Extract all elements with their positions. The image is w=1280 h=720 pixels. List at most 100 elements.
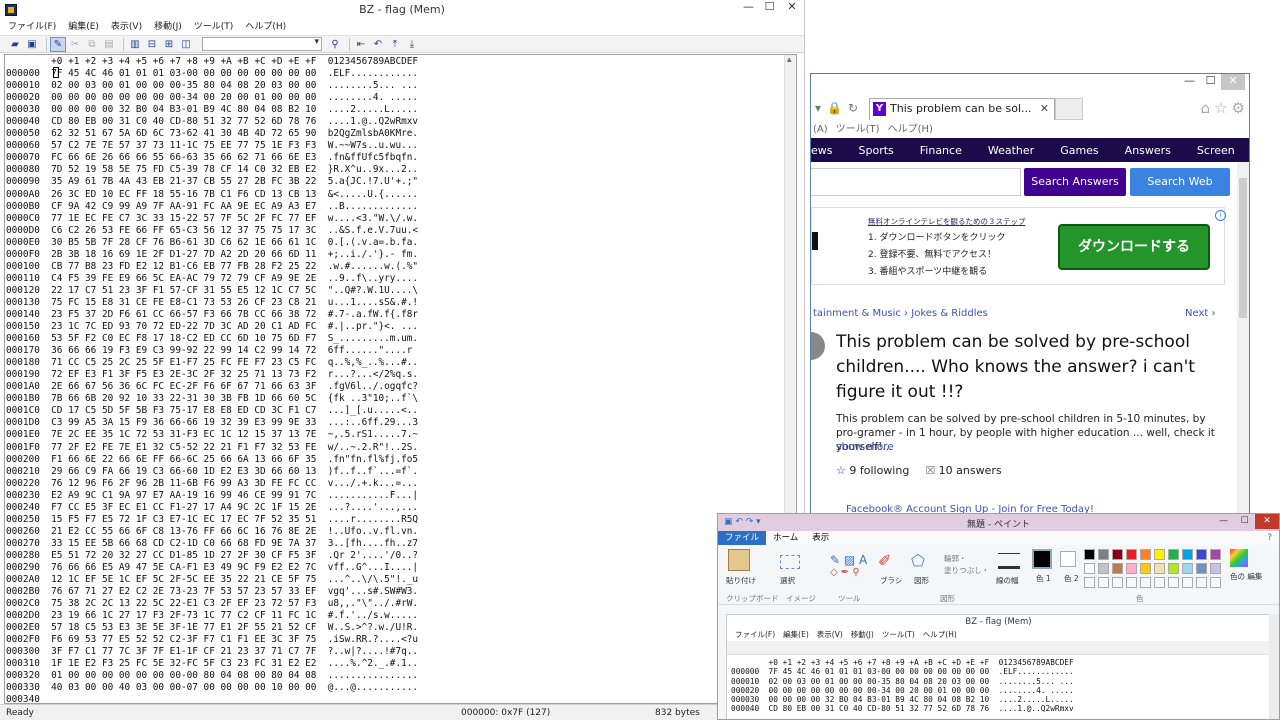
color-swatch[interactable] bbox=[1154, 549, 1165, 560]
empty-color-swatch[interactable] bbox=[1196, 577, 1207, 588]
tools-icons[interactable]: ✎ ▨ A bbox=[830, 553, 867, 567]
hex-row[interactable]: 000080 7D 52 19 58 5E 75 FD C5-39 78 CF … bbox=[6, 164, 418, 176]
hex-row[interactable]: 000020 00 00 00 00 00 00 00 00-34 00 20 … bbox=[6, 92, 418, 104]
select-icon[interactable] bbox=[780, 555, 800, 569]
answers-button[interactable]: ☒ 10 answers bbox=[925, 464, 1001, 477]
hex-row[interactable]: 0002C0 75 38 2C 2C 13 22 5C 22-E1 C3 2F … bbox=[6, 598, 418, 610]
layout-split-v-icon[interactable]: ⊞ bbox=[162, 38, 176, 51]
color-swatch[interactable] bbox=[1084, 549, 1095, 560]
empty-color-swatch[interactable] bbox=[1210, 577, 1221, 588]
hex-row[interactable]: 0002E0 57 18 C5 53 E3 3E 5E 3F-1E 77 E1 … bbox=[6, 622, 418, 634]
hex-row[interactable]: 000280 E5 51 72 20 32 27 CC D1-85 1D 27 … bbox=[6, 550, 418, 562]
hex-view[interactable]: +0 +1 +2 +3 +4 +5 +6 +7 +8 +9 +A +B +C +… bbox=[4, 54, 797, 705]
ad-download-button[interactable]: ダウンロードする bbox=[1058, 224, 1210, 270]
hex-row[interactable]: 000260 21 E2 CC 55 66 6F C8 13-76 FF 66 … bbox=[6, 526, 418, 538]
hex-row[interactable]: 000190 72 EF E3 F1 3F F5 E3 2E-3C 2F 32 … bbox=[6, 369, 418, 381]
bz-titlebar[interactable]: BZ - flag (Mem) — ☐ ✕ bbox=[0, 0, 804, 20]
paint-scrollbar[interactable] bbox=[1269, 614, 1279, 719]
breadcrumb[interactable]: tainment & Music › Jokes & Riddles bbox=[813, 308, 988, 319]
tab-home[interactable]: ホーム bbox=[766, 531, 805, 545]
color-swatch[interactable] bbox=[1168, 549, 1179, 560]
nav-weather[interactable]: Weather bbox=[988, 144, 1034, 157]
color-swatch[interactable] bbox=[1182, 563, 1193, 574]
hex-row[interactable]: 000000 7F 45 4C 46 01 01 01 03-00 00 00 … bbox=[6, 68, 418, 80]
hex-row[interactable]: 000140 23 F5 37 2D F6 61 CC 66-57 F3 66 … bbox=[6, 309, 418, 321]
minimize-icon[interactable]: — bbox=[738, 0, 759, 16]
search-answers-button[interactable]: Search Answers bbox=[1024, 168, 1126, 196]
color2-swatch[interactable] bbox=[1060, 551, 1076, 567]
hex-row[interactable]: 0000E0 30 B5 5B 7F 28 CF 76 B6-61 3D C6 … bbox=[6, 237, 418, 249]
hex-row[interactable]: 000250 15 F5 F7 E5 72 1F C3 E7-1C EC 17 … bbox=[6, 514, 418, 526]
refresh-icon[interactable]: ↻ bbox=[848, 101, 858, 115]
hex-row[interactable]: 000050 62 32 51 67 5A 6D 6C 73-62 41 30 … bbox=[6, 128, 418, 140]
nav-sports[interactable]: Sports bbox=[859, 144, 894, 157]
hex-row[interactable]: 0001F0 77 2F E2 FE 7E E1 32 C5-52 22 21 … bbox=[6, 442, 418, 454]
color-swatch[interactable] bbox=[1112, 563, 1123, 574]
color-swatch[interactable] bbox=[1098, 549, 1109, 560]
color-swatch[interactable] bbox=[1210, 549, 1221, 560]
back-icon[interactable]: ↶ bbox=[371, 38, 385, 51]
hex-row[interactable]: 000210 29 66 C9 FA 66 19 C3 66-60 1D E2 … bbox=[6, 466, 418, 478]
close-icon[interactable]: ✕ bbox=[1221, 74, 1245, 90]
color-swatch[interactable] bbox=[1196, 549, 1207, 560]
brush-icon[interactable]: ✐ bbox=[878, 551, 891, 570]
color1-swatch[interactable] bbox=[1032, 549, 1052, 569]
settings-gear-icon[interactable]: ⚙ bbox=[1232, 99, 1245, 117]
hex-row[interactable]: 0002F0 F6 69 53 77 E5 52 52 C2-3F F7 C1 … bbox=[6, 634, 418, 646]
hex-row[interactable]: 000130 75 FC 15 E8 31 CE FE E8-C1 73 53 … bbox=[6, 297, 418, 309]
favorites-star-icon[interactable]: ☆ bbox=[1214, 99, 1227, 117]
hex-row[interactable]: 000320 01 00 00 00 00 00 00 00-00 80 04 … bbox=[6, 670, 418, 682]
eraser-picker-icons[interactable]: ◇ ✒ ⚲ bbox=[830, 567, 860, 578]
menu-tools[interactable]: ツール(T) bbox=[194, 20, 234, 35]
color-swatch[interactable] bbox=[1140, 563, 1151, 574]
help-icon[interactable]: ? bbox=[1260, 531, 1279, 545]
empty-color-swatch[interactable] bbox=[1098, 577, 1109, 588]
empty-color-swatch[interactable] bbox=[1168, 577, 1179, 588]
hex-row[interactable]: 0000B0 CF 9A 42 C9 99 A9 7F AA-91 FC AA … bbox=[6, 201, 418, 213]
hex-row[interactable]: 000100 CB 77 B8 23 FD E2 12 B1-C6 EB 77 … bbox=[6, 261, 418, 273]
menu-help[interactable]: ヘルプ(H) bbox=[888, 122, 933, 138]
follow-button[interactable]: ☆ 9 following bbox=[836, 464, 909, 477]
hex-row[interactable]: 0002A0 12 1C EF 5E 1C EF 5C 2F-5C EE 35 … bbox=[6, 574, 418, 586]
layout-split-h-icon[interactable]: ⊟ bbox=[145, 38, 159, 51]
hex-row[interactable]: 000090 35 A9 61 7B 4A 43 EB 21-37 CB 55 … bbox=[6, 176, 418, 188]
layout-single-icon[interactable]: ▥ bbox=[128, 38, 142, 51]
minimize-icon[interactable]: — bbox=[1213, 514, 1234, 529]
paint-canvas-image[interactable]: BZ - flag (Mem) ファイル(F) 編集(E) 表示(V) 移動(J… bbox=[726, 614, 1271, 719]
ad-banner[interactable]: 無料オンラインテレビを観るための３ステップ 1. ダウンロードボタンをクリック … bbox=[811, 207, 1226, 285]
hex-row[interactable]: 000310 1F 1E E2 F3 25 FC 5E 32-FC 5F C3 … bbox=[6, 658, 418, 670]
color-swatch[interactable] bbox=[1112, 549, 1123, 560]
hex-row[interactable]: 0001B0 7B 66 6B 20 92 10 33 22-31 30 3B … bbox=[6, 393, 418, 405]
hex-row[interactable]: 0002B0 76 67 71 27 E2 C2 2E 73-23 7F 53 … bbox=[6, 586, 418, 598]
outline-label[interactable]: 輪郭・ bbox=[944, 553, 967, 564]
empty-color-swatch[interactable] bbox=[1140, 577, 1151, 588]
address-combo[interactable] bbox=[202, 37, 322, 51]
jump-icon[interactable]: ⇤ bbox=[354, 38, 368, 51]
hex-row[interactable]: 000060 57 C2 7E 7E 57 37 73 11-1C 75 EE … bbox=[6, 140, 418, 152]
hex-row[interactable]: 000040 CD 80 EB 00 31 C0 40 CD-80 51 32 … bbox=[6, 116, 418, 128]
hex-row[interactable]: 000010 02 00 03 00 01 00 00 00-35 80 04 … bbox=[6, 80, 418, 92]
home-icon[interactable]: ⌂ bbox=[1201, 99, 1211, 117]
hex-row[interactable]: 0002D0 23 19 66 1C 27 17 F3 2F-73 1C 77 … bbox=[6, 610, 418, 622]
hex-row[interactable]: 000170 36 66 66 19 F3 E9 C3 99-92 22 99 … bbox=[6, 345, 418, 357]
nav-games[interactable]: Games bbox=[1060, 144, 1098, 157]
color-swatch[interactable] bbox=[1210, 563, 1221, 574]
maximize-icon[interactable]: ☐ bbox=[1200, 74, 1221, 90]
go-top-icon[interactable]: ⤒ bbox=[388, 38, 402, 51]
color-swatch[interactable] bbox=[1140, 549, 1151, 560]
paste-icon[interactable] bbox=[728, 549, 750, 571]
edit-colors-icon[interactable] bbox=[1230, 549, 1248, 567]
color-swatch[interactable] bbox=[1182, 549, 1193, 560]
empty-color-swatch[interactable] bbox=[1126, 577, 1137, 588]
color-swatch[interactable] bbox=[1098, 563, 1109, 574]
hex-row[interactable]: 0000C0 77 1E EC FE C7 3C 33 15-22 57 7F … bbox=[6, 213, 418, 225]
color-swatch[interactable] bbox=[1126, 563, 1137, 574]
hex-row[interactable]: 000230 E2 A9 9C C1 9A 97 E7 AA-19 16 99 … bbox=[6, 490, 418, 502]
menu-file[interactable]: ファイル(F) bbox=[8, 20, 56, 35]
shapes-icon[interactable]: ⬠ bbox=[911, 551, 925, 570]
copy-icon[interactable]: ⧉ bbox=[85, 38, 99, 51]
hex-row[interactable]: 0000A0 26 3C ED 10 EC FF 18 55-16 7B C1 … bbox=[6, 189, 418, 201]
save-icon[interactable]: ▣ bbox=[25, 38, 39, 51]
edit-mode-icon[interactable]: ✎ bbox=[50, 36, 66, 52]
layout-compare-icon[interactable]: ◫ bbox=[179, 38, 193, 51]
